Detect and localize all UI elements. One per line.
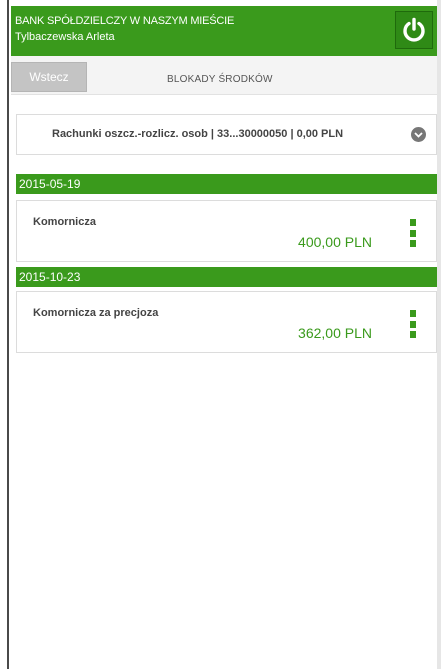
block-item[interactable]: Komornicza 400,00 PLN [16, 200, 437, 262]
logout-button[interactable] [395, 11, 433, 49]
account-select[interactable]: Rachunki oszcz.-rozlicz. osob | 33...300… [16, 114, 437, 155]
block-amount: 400,00 PLN [298, 234, 372, 250]
account-selected-value: Rachunki oszcz.-rozlicz. osob | 33...300… [52, 128, 344, 140]
window-left-edge [0, 0, 9, 669]
toolbar: Wstecz BLOKADY ŚRODKÓW [11, 56, 437, 95]
page-title: BLOKADY ŚRODKÓW [167, 74, 273, 85]
block-item[interactable]: Komornicza za precjoza 362,00 PLN [16, 291, 437, 353]
block-amount: 362,00 PLN [298, 325, 372, 341]
chevron-down-icon[interactable] [411, 127, 426, 142]
block-date-header: 2015-10-23 [16, 267, 437, 287]
kebab-menu-icon[interactable] [410, 310, 416, 338]
block-title: Komornicza [33, 216, 96, 228]
window-right-edge [437, 0, 441, 669]
back-button[interactable]: Wstecz [11, 62, 87, 92]
power-icon [403, 17, 425, 42]
kebab-menu-icon[interactable] [410, 219, 416, 247]
block-title: Komornicza za precjoza [33, 307, 159, 319]
user-name: Tylbaczewska Arleta [15, 31, 115, 43]
app-header: BANK SPÓŁDZIELCZY W NASZYM MIEŚCIE Tylba… [11, 6, 437, 56]
block-date-header: 2015-05-19 [16, 174, 437, 194]
app-screen: BANK SPÓŁDZIELCZY W NASZYM MIEŚCIE Tylba… [11, 6, 437, 669]
bank-name: BANK SPÓŁDZIELCZY W NASZYM MIEŚCIE [15, 15, 235, 27]
